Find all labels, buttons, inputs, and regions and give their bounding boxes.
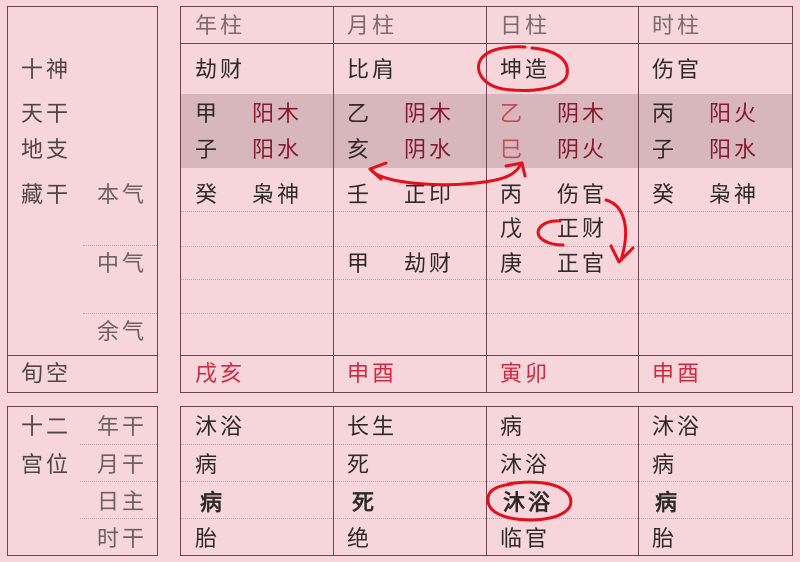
palace-cell: 病: [195, 453, 221, 478]
pillar-header-year: 年柱: [195, 14, 246, 39]
palace-cell: 长生: [347, 415, 398, 440]
label-divider-residual-qi: [83, 313, 157, 314]
row-label-hidden-stems: 藏干: [21, 183, 72, 208]
twelve-palaces-title-line1: 十二: [21, 415, 72, 440]
hidden-god-month: 劫财: [404, 252, 455, 277]
column-divider: [638, 406, 639, 556]
row-label-ten-gods: 十神: [21, 58, 72, 83]
column-divider: [333, 6, 334, 393]
ten-god-year: 劫财: [195, 58, 246, 83]
pillar-header-hour: 时柱: [652, 14, 703, 39]
row-label-year-stem: 年干: [97, 415, 148, 440]
stem-month: 乙: [347, 102, 373, 127]
palace-cell-day-master: 沐浴: [503, 490, 554, 516]
row-label-hour-stem: 时干: [97, 527, 148, 552]
hidden-stem-month: 甲: [347, 252, 373, 277]
hidden-stem-hour: 癸: [652, 183, 678, 208]
branch-hour: 子: [652, 138, 678, 163]
hidden-god-month: 正印: [404, 183, 455, 208]
stem-element-day: 阴木: [557, 102, 608, 127]
row-label-heavenly-stem: 天干: [21, 102, 72, 127]
label-divider-middle-qi: [83, 245, 157, 246]
branch-element-year: 阳水: [252, 138, 303, 163]
label-row-divider: [80, 481, 157, 482]
hidden-stem-day: 丙: [500, 183, 526, 208]
palace-cell: 病: [652, 453, 678, 478]
pillar-header-month: 月柱: [347, 14, 398, 39]
row-label-main-qi: 本气: [97, 183, 148, 208]
hidden-god-year: 枭神: [252, 183, 303, 208]
stem-day: 乙: [500, 102, 526, 127]
label-row-divider: [80, 444, 157, 445]
palace-cell: 死: [347, 453, 373, 478]
twelve-palaces-title-line2: 宫位: [21, 453, 72, 478]
hidden-god-day: 正财: [557, 217, 608, 242]
row-label-earthly-branch: 地支: [21, 138, 72, 163]
palace-cell: 胎: [195, 527, 221, 552]
column-divider: [486, 406, 487, 556]
void-year: 戌亥: [195, 362, 246, 387]
palace-cell: 病: [500, 415, 526, 440]
void-month: 申酉: [347, 362, 398, 387]
hidden-stem-month: 壬: [347, 183, 373, 208]
branch-element-hour: 阳水: [709, 138, 760, 163]
row-label-day-master: 日主: [97, 490, 148, 515]
palace-cell: 绝: [347, 527, 373, 552]
pillar-header-day: 日柱: [500, 14, 551, 39]
palace-cell: 临官: [500, 527, 551, 552]
stem-element-hour: 阳火: [709, 102, 760, 127]
ten-god-hour: 伤官: [652, 58, 703, 83]
row-label-month-stem: 月干: [97, 453, 148, 478]
hidden-stem-day: 庚: [500, 252, 526, 277]
void-hour: 申酉: [652, 362, 703, 387]
palace-cell: 沐浴: [500, 453, 551, 478]
palace-cell-day-master: 死: [352, 490, 378, 516]
branch-month: 亥: [347, 138, 373, 163]
ten-god-month: 比肩: [347, 58, 398, 83]
palace-cell: 沐浴: [195, 415, 246, 440]
palace-cell-day-master: 病: [200, 490, 226, 516]
column-divider: [486, 6, 487, 393]
column-divider: [638, 6, 639, 393]
stem-year: 甲: [195, 102, 221, 127]
stem-element-month: 阴木: [404, 102, 455, 127]
hidden-stem-year: 癸: [195, 183, 221, 208]
void-day: 寅卯: [500, 362, 551, 387]
hidden-god-hour: 枭神: [709, 183, 760, 208]
row-label-residual-qi: 余气: [97, 320, 148, 345]
hidden-god-day: 伤官: [557, 183, 608, 208]
branch-element-month: 阴水: [404, 138, 455, 163]
ten-god-day: 坤造: [500, 58, 551, 83]
stem-element-year: 阳木: [252, 102, 303, 127]
hidden-stem-day: 戊: [500, 217, 526, 242]
palace-cell: 沐浴: [652, 415, 703, 440]
label-row-divider: [80, 518, 157, 519]
row-label-middle-qi: 中气: [97, 252, 148, 277]
label-divider-void: [7, 355, 158, 356]
palace-cell: 胎: [652, 527, 678, 552]
stem-hour: 丙: [652, 102, 678, 127]
branch-element-day: 阴火: [557, 138, 608, 163]
palace-cell-day-master: 病: [655, 490, 681, 516]
branch-year: 子: [195, 138, 221, 163]
row-label-void: 旬空: [21, 362, 72, 387]
column-divider: [333, 406, 334, 556]
hidden-god-day: 正官: [557, 252, 608, 277]
branch-day: 巳: [500, 138, 526, 163]
